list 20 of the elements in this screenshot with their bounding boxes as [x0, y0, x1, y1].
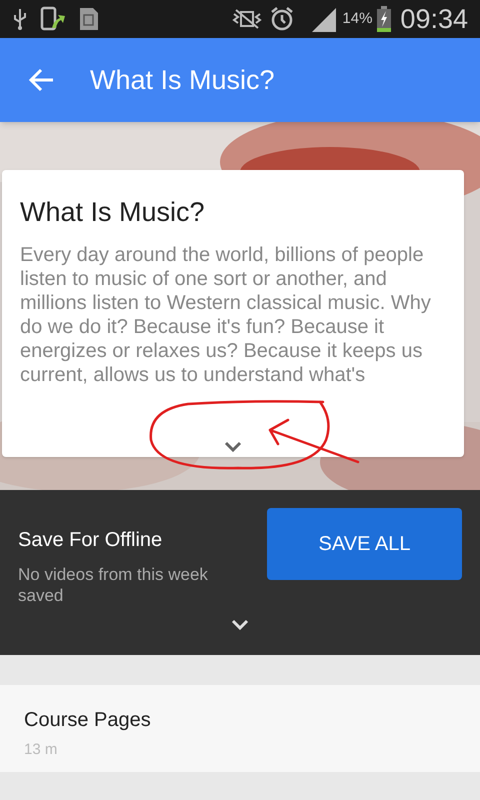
- battery-percent: 14%: [342, 8, 372, 29]
- card-title: What Is Music?: [20, 196, 206, 229]
- description-text: Every day around the world, billions of people listen to music of one sort or another, and millions listen to Western classical music. Why do we do it? Because it's fun? Because it energizes or relaxes us? Because it keeps us current, allows us to understand what's: [20, 242, 432, 386]
- clock-time: 09:34: [400, 2, 468, 36]
- battery-charging-icon: [376, 5, 392, 33]
- vibrate-mute-icon: [232, 8, 262, 30]
- section-title: Course Pages: [24, 708, 152, 733]
- section-row[interactable]: Course Pages 13 m: [0, 685, 480, 772]
- sd-card-icon: [78, 6, 100, 32]
- alarm-icon: [270, 6, 294, 32]
- section-meta: 13 m: [24, 740, 58, 760]
- signal-icon: [310, 6, 338, 32]
- back-arrow-icon[interactable]: [28, 68, 54, 92]
- phone-upload-icon: [40, 6, 66, 32]
- app-bar-title: What Is Music?: [90, 64, 275, 97]
- save-all-button[interactable]: SAVE ALL: [267, 508, 462, 580]
- usb-icon: [12, 7, 28, 31]
- offline-subtitle: No videos from this week saved: [18, 564, 209, 606]
- offline-title: Save For Offline: [18, 528, 164, 553]
- expand-chevron-icon[interactable]: [224, 441, 242, 453]
